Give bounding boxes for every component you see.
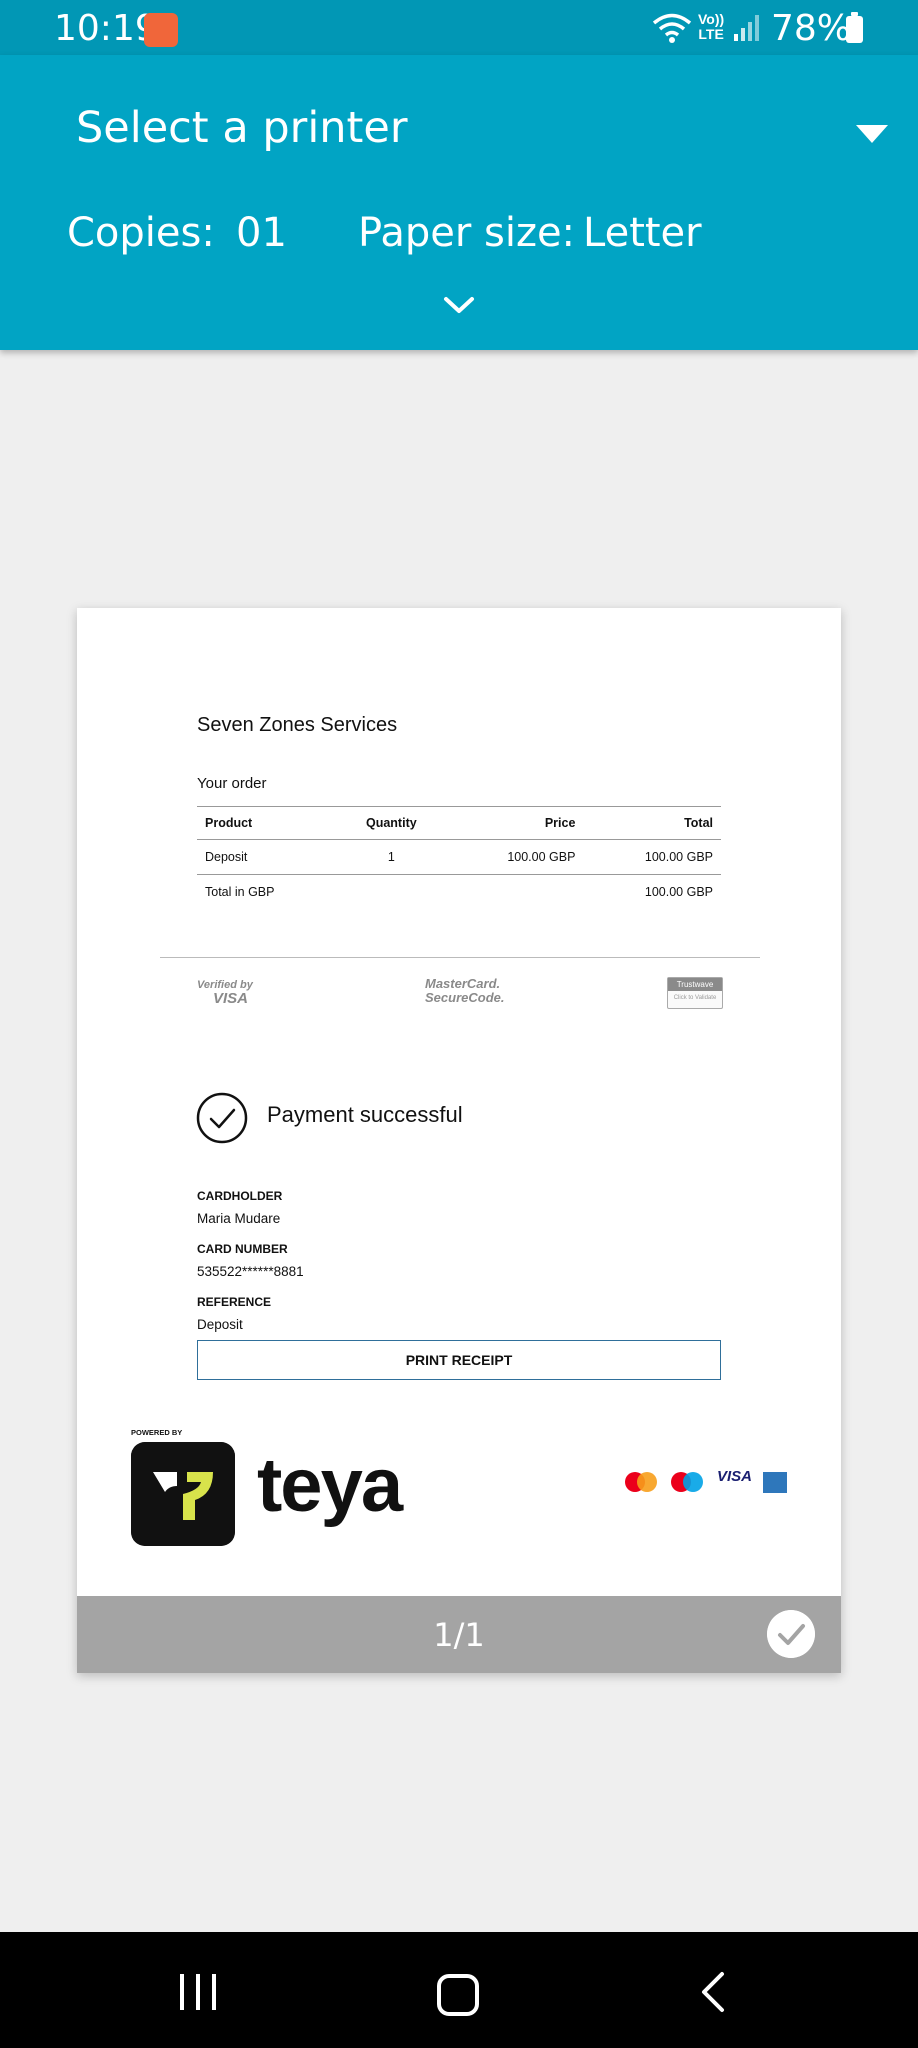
column-header-product: Product	[197, 806, 337, 840]
chevron-down-icon[interactable]	[440, 293, 478, 317]
verified-by-visa-logo: Verified by VISA	[197, 977, 253, 1006]
cell-quantity: 1	[336, 839, 446, 875]
trustwave-subtext: Click to Validate	[673, 995, 717, 1001]
page-indicator: 1/1	[433, 1616, 485, 1654]
copies-value[interactable]: 01	[236, 210, 287, 256]
print-options-panel: Select a printer Copies: 01 Paper size: …	[0, 55, 918, 350]
cardholder-label: CARDHOLDER	[197, 1189, 283, 1203]
page-selected-check-icon[interactable]	[767, 1610, 815, 1658]
navigation-bar	[0, 1932, 918, 2048]
total-value: 100.00 GBP	[644, 885, 713, 899]
visa-logo: VISA	[717, 1468, 753, 1485]
amex-icon	[763, 1472, 787, 1493]
card-number-value: 535522******8881	[197, 1264, 304, 1279]
mastercard-text: MasterCard.	[425, 976, 501, 991]
recent-apps-icon[interactable]	[178, 1972, 218, 2012]
payment-status: Payment successful	[267, 1102, 463, 1127]
home-button-icon[interactable]	[437, 1974, 479, 2016]
signal-icon	[734, 15, 759, 41]
cell-price: 100.00 GBP	[445, 839, 584, 875]
cardholder-value: Maria Mudare	[197, 1211, 281, 1226]
column-header-price: Price	[445, 806, 584, 840]
column-header-quantity: Quantity	[336, 806, 446, 840]
table-row: Deposit 1 100.00 GBP 100.00 GBP	[197, 839, 721, 875]
securecode-text: SecureCode.	[425, 990, 505, 1005]
back-icon[interactable]	[700, 1970, 726, 2014]
reference-value: Deposit	[197, 1317, 243, 1332]
trustwave-seal[interactable]: Trustwave Click to Validate	[667, 977, 723, 1009]
cell-product: Deposit	[197, 839, 337, 875]
total-row: Total in GBP 100.00 GBP	[197, 875, 721, 910]
mastercard-icon	[625, 1472, 657, 1492]
card-number-label: CARD NUMBER	[197, 1242, 288, 1256]
printer-dropdown-icon[interactable]	[856, 125, 888, 143]
copies-label: Copies:	[67, 210, 215, 256]
table-header-row: Product Quantity Price Total	[197, 806, 721, 840]
powered-by-label: POWERED BY	[131, 1428, 183, 1437]
battery-percent: 78%	[771, 8, 852, 49]
checkmark-circle-icon	[196, 1092, 248, 1144]
paper-size-label: Paper size:	[358, 210, 576, 256]
teya-wordmark: teya	[257, 1443, 403, 1528]
app-notification-icon	[144, 13, 178, 47]
battery-icon	[846, 12, 863, 43]
page-footer: 1/1	[77, 1596, 841, 1673]
reference-label: REFERENCE	[197, 1295, 272, 1309]
total-label: Total in GBP	[205, 885, 275, 899]
status-bar: 10:19 Vo)) LTE 78%	[0, 0, 918, 55]
mastercard-securecode-logo: MasterCard. SecureCode.	[425, 977, 504, 1005]
page-preview[interactable]: Seven Zones Services Your order Product …	[77, 608, 841, 1673]
trustwave-text: Trustwave	[668, 978, 722, 991]
divider	[160, 957, 760, 958]
printer-select[interactable]: Select a printer	[76, 103, 408, 153]
volte-icon: Vo)) LTE	[698, 11, 725, 42]
wifi-icon	[652, 13, 692, 43]
merchant-name: Seven Zones Services	[197, 714, 398, 736]
verified-visa-text: VISA	[213, 990, 249, 1007]
order-table: Product Quantity Price Total Deposit 1 1…	[197, 806, 721, 909]
print-receipt-button[interactable]: PRINT RECEIPT	[197, 1340, 721, 1380]
column-header-total: Total	[583, 806, 721, 840]
cell-total: 100.00 GBP	[583, 839, 721, 875]
teya-logo-icon	[131, 1442, 235, 1546]
status-time: 10:19	[54, 8, 158, 49]
maestro-icon	[671, 1472, 703, 1492]
paper-size-value[interactable]: Letter	[583, 210, 702, 256]
order-title: Your order	[197, 775, 267, 792]
